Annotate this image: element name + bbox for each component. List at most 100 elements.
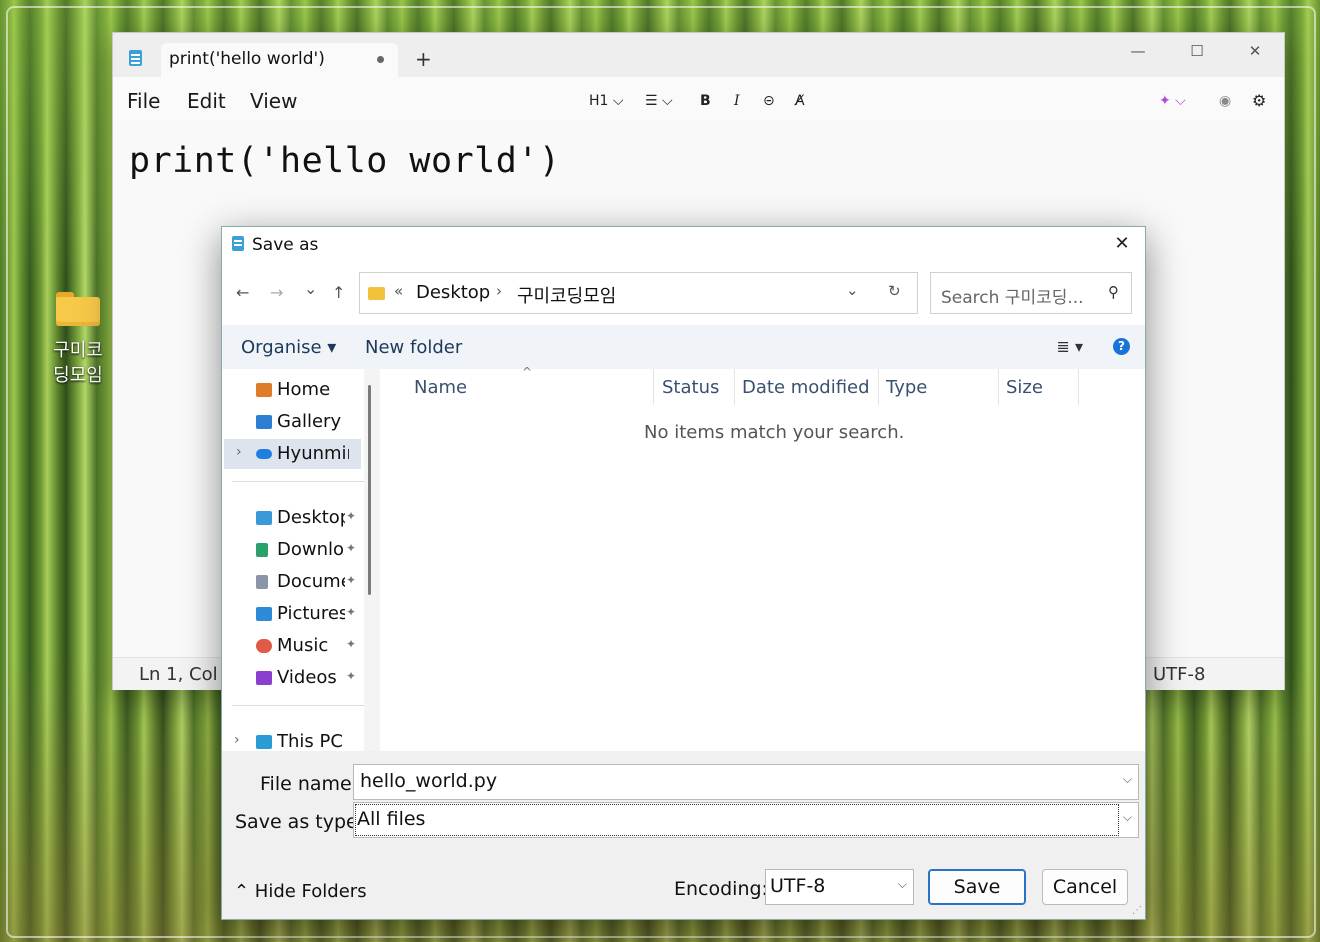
- nav-item-downloads[interactable]: Downloads ✦: [222, 535, 372, 565]
- notepad-titlebar: print('hello world') + — ☐ ✕: [113, 33, 1284, 77]
- menu-edit[interactable]: Edit: [187, 89, 226, 113]
- notepad-tab[interactable]: print('hello world'): [161, 43, 398, 77]
- file-name-field[interactable]: hello_world.py ⌵: [353, 764, 1139, 800]
- notepad-tab-title: print('hello world'): [169, 49, 325, 69]
- nav-item-music[interactable]: Music ✦: [222, 631, 372, 661]
- search-input[interactable]: Search 구미코딩...: [941, 283, 1084, 308]
- folder-icon: [368, 287, 385, 300]
- column-header-date-modified[interactable]: Date modified: [742, 377, 870, 398]
- nav-item-onedrive[interactable]: › Hyunmin -: [224, 439, 361, 469]
- nav-label: Music: [277, 635, 329, 656]
- encoding-select[interactable]: UTF-8 ⌵: [765, 869, 914, 905]
- music-icon: [256, 639, 272, 653]
- nav-item-videos[interactable]: Videos ✦: [222, 663, 372, 693]
- notepad-app-icon: [129, 50, 142, 66]
- save-as-dialog: Save as ✕ ← → ⌄ ↑ « Desktop › 구미코딩모임 ⌄ ↻…: [221, 226, 1146, 920]
- breadcrumb-current-folder[interactable]: 구미코딩모임: [517, 282, 616, 308]
- refresh-icon[interactable]: ↻: [888, 282, 901, 300]
- new-folder-button[interactable]: New folder: [365, 337, 462, 358]
- help-icon[interactable]: ?: [1113, 338, 1130, 355]
- menu-file[interactable]: File: [127, 89, 160, 113]
- close-button[interactable]: ✕: [1235, 41, 1275, 65]
- resize-grip-icon[interactable]: ⋰: [1132, 905, 1142, 916]
- expand-chevron-icon[interactable]: ›: [234, 732, 240, 748]
- editor-text[interactable]: print('hello world'): [129, 141, 560, 181]
- nav-scrollbar-track[interactable]: [364, 369, 380, 751]
- recent-locations-icon[interactable]: ⌄: [304, 279, 317, 298]
- search-box[interactable]: Search 구미코딩... ⚲: [930, 272, 1132, 314]
- empty-folder-message: No items match your search.: [644, 422, 905, 443]
- forward-arrow-icon[interactable]: →: [270, 283, 283, 302]
- italic-button[interactable]: I: [734, 93, 740, 109]
- column-header-type[interactable]: Type: [886, 377, 927, 398]
- nav-divider: [232, 481, 364, 482]
- save-button[interactable]: Save: [928, 869, 1026, 905]
- column-divider[interactable]: [1078, 369, 1079, 405]
- chevron-down-icon[interactable]: ⌵: [898, 877, 907, 892]
- navigation-pane: Home Gallery › Hyunmin - Desktop ✦ Downl…: [222, 369, 378, 751]
- gallery-icon: [256, 415, 272, 429]
- save-as-type-label: Save as type:: [235, 811, 365, 833]
- navigation-row: ← → ⌄ ↑ « Desktop › 구미코딩모임 ⌄ ↻ Search 구미…: [222, 261, 1145, 323]
- desktop-folder-icon[interactable]: 구미코 딩모임: [44, 292, 112, 388]
- column-divider[interactable]: [878, 369, 879, 405]
- nav-item-desktop[interactable]: Desktop ✦: [222, 503, 372, 533]
- pin-icon: ✦: [346, 541, 357, 555]
- command-bar: Organise ▾ New folder ≣ ▾ ?: [222, 325, 1145, 369]
- bold-button[interactable]: B: [700, 93, 711, 109]
- copilot-icon[interactable]: ✦ ⌵: [1159, 93, 1186, 109]
- dialog-close-button[interactable]: ✕: [1109, 231, 1135, 257]
- address-dropdown-icon[interactable]: ⌄: [846, 281, 859, 299]
- link-icon[interactable]: ⊝: [763, 93, 775, 109]
- chevron-down-icon[interactable]: ⌵: [1123, 772, 1132, 787]
- expand-chevron-icon[interactable]: ›: [236, 444, 242, 460]
- pin-icon: ✦: [346, 509, 357, 523]
- maximize-button[interactable]: ☐: [1177, 41, 1217, 65]
- nav-item-documents[interactable]: Documents ✦: [222, 567, 372, 597]
- menu-view[interactable]: View: [250, 89, 297, 113]
- view-options-icon[interactable]: ≣ ▾: [1056, 337, 1083, 356]
- column-header-name[interactable]: Name: [414, 377, 467, 398]
- nav-item-home[interactable]: Home: [222, 375, 372, 405]
- column-divider[interactable]: [734, 369, 735, 405]
- nav-item-pictures[interactable]: Pictures ✦: [222, 599, 372, 629]
- column-divider[interactable]: [998, 369, 999, 405]
- heading-dropdown[interactable]: H1 ⌵: [589, 93, 624, 109]
- breadcrumb-desktop[interactable]: Desktop: [416, 282, 490, 303]
- back-arrow-icon[interactable]: ←: [236, 283, 249, 302]
- nav-label: Hyunmin -: [277, 443, 349, 464]
- nav-label: Desktop: [277, 507, 345, 528]
- home-icon: [256, 383, 272, 397]
- nav-item-this-pc[interactable]: › This PC: [222, 727, 372, 751]
- pictures-icon: [256, 607, 272, 621]
- breadcrumb-overflow[interactable]: «: [394, 282, 403, 300]
- account-icon[interactable]: ◉: [1219, 93, 1231, 109]
- file-list[interactable]: ^ Name Status Date modified Type Size No…: [380, 365, 1145, 751]
- breadcrumb-separator: ›: [496, 282, 502, 300]
- file-name-value[interactable]: hello_world.py: [360, 770, 497, 792]
- column-header-size[interactable]: Size: [1006, 377, 1043, 398]
- clear-formatting-icon[interactable]: A̸: [795, 93, 805, 109]
- notepad-dialog-icon: [232, 236, 244, 251]
- nav-label: Videos: [277, 667, 337, 688]
- organise-button[interactable]: Organise ▾: [241, 337, 336, 358]
- notepad-menubar: File Edit View H1 ⌵ ☰ ⌵ B I ⊝ A̸ ✦ ⌵ ◉ ⚙: [113, 77, 1284, 123]
- nav-item-gallery[interactable]: Gallery: [222, 407, 372, 437]
- nav-scrollbar-thumb[interactable]: [368, 385, 371, 595]
- unsaved-dot-icon[interactable]: [377, 56, 384, 63]
- column-header-status[interactable]: Status: [662, 377, 719, 398]
- save-as-type-select[interactable]: All files ⌵: [353, 802, 1139, 838]
- column-divider[interactable]: [653, 369, 654, 405]
- folder-icon: [56, 292, 100, 326]
- settings-gear-icon[interactable]: ⚙: [1252, 91, 1266, 110]
- cancel-button[interactable]: Cancel: [1042, 869, 1128, 905]
- minimize-button[interactable]: —: [1118, 41, 1158, 65]
- new-tab-button[interactable]: +: [415, 47, 432, 71]
- chevron-down-icon[interactable]: ⌵: [1123, 810, 1132, 825]
- address-bar[interactable]: « Desktop › 구미코딩모임 ⌄ ↻: [359, 272, 918, 314]
- hide-folders-button[interactable]: ⌃ Hide Folders: [234, 881, 367, 902]
- search-icon[interactable]: ⚲: [1108, 283, 1119, 301]
- nav-label: Pictures: [277, 603, 345, 624]
- up-arrow-icon[interactable]: ↑: [332, 283, 345, 302]
- list-dropdown[interactable]: ☰ ⌵: [645, 93, 673, 109]
